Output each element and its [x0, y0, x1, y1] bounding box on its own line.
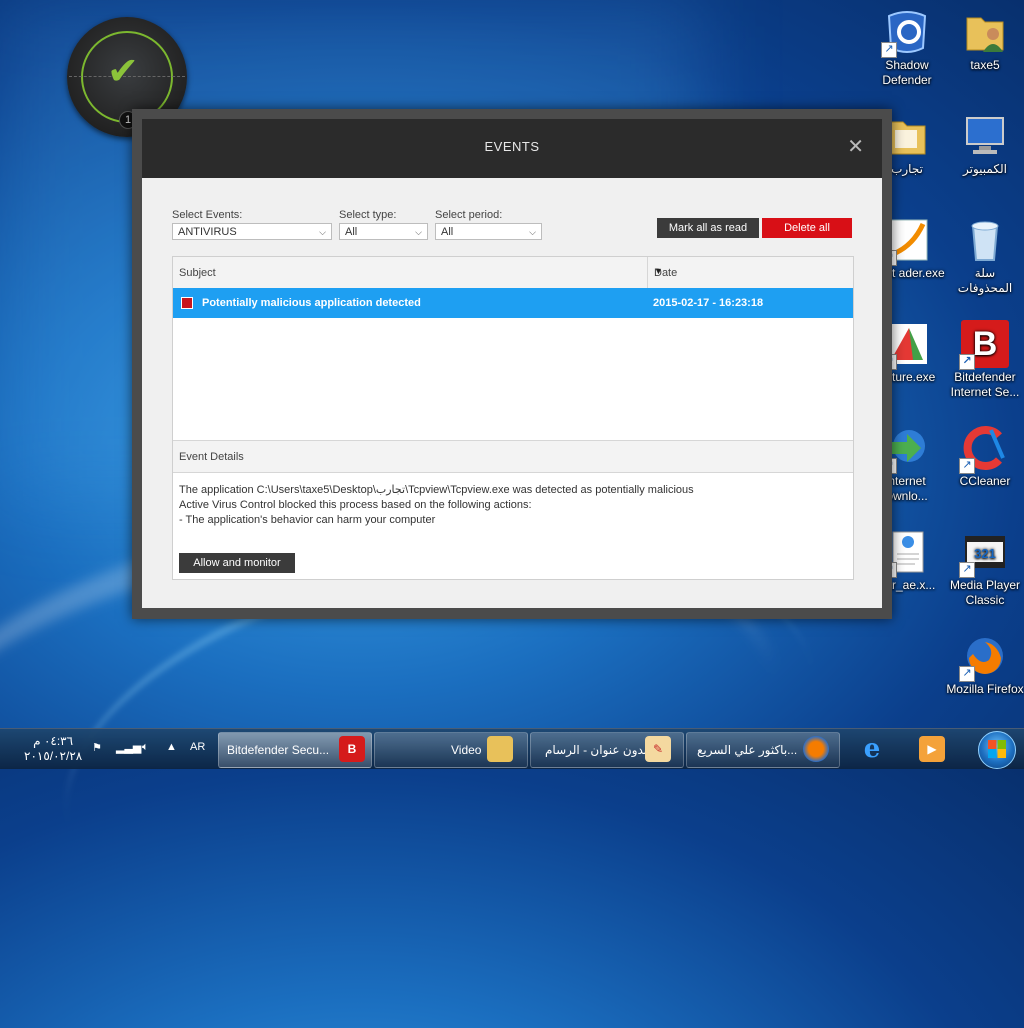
desktop-icon-label: Mozilla Firefox [946, 682, 1024, 696]
firefox-icon [803, 736, 829, 762]
delete-all-button[interactable]: Delete all [762, 218, 852, 238]
row-date: 2015-02-17 - 16:23:18 [653, 297, 764, 309]
table-row[interactable]: Potentially malicious application detect… [173, 288, 853, 318]
select-period-value: All [441, 226, 454, 238]
desktop-icon-shadow-defender[interactable]: ↗ Shadow Defender [868, 8, 946, 88]
select-period-label: Select period: [435, 209, 503, 221]
desktop-icon-taxe5[interactable]: taxe5 [946, 8, 1024, 73]
firefox-icon: ↗ [959, 632, 1009, 682]
show-hidden-icons-icon[interactable]: ▲ [166, 741, 177, 753]
table-header: Subject Date ▼ [173, 257, 853, 289]
desktop-icon-label: nternet ownlo... [886, 474, 928, 503]
desktop-icon-media-player[interactable]: 321 ↗ Media Player Classic [946, 528, 1024, 608]
recycle-bin-icon [961, 216, 1009, 264]
desktop-icon-label: الكمبيوتر [963, 162, 1007, 176]
clock-date: ٢٠١٥/٠٢/٢٨ [24, 749, 83, 763]
select-period-dropdown[interactable]: All ⌵ [435, 223, 542, 240]
taskbar-item-label: Video [451, 743, 482, 757]
desktop-icon-label: Shadow Defender [882, 58, 932, 87]
desktop-icon-label: taxe5 [970, 58, 1000, 72]
language-indicator[interactable]: AR [190, 741, 205, 753]
folder-icon [487, 736, 513, 762]
chevron-down-icon: ⌵ [529, 227, 536, 237]
clock-time: ٠٤:٣٦ م [33, 734, 74, 748]
events-window: EVENTS ✕ Select Events: ANTIVIRUS ⌵ Sele… [132, 109, 892, 619]
allow-and-monitor-button[interactable]: Allow and monitor [179, 553, 295, 573]
action-center-flag-icon[interactable]: ⚑ [92, 741, 102, 754]
shortcut-arrow-icon: ↗ [959, 666, 975, 682]
shortcut-arrow-icon: ↗ [881, 42, 897, 58]
chevron-down-icon: ⌵ [319, 227, 326, 237]
shortcut-arrow-icon: ↗ [959, 458, 975, 474]
details-line-2: Active Virus Control blocked this proces… [179, 499, 532, 511]
desktop-icon-computer[interactable]: الكمبيوتر [946, 112, 1024, 177]
events-table: Subject Date ▼ Potentially malicious app… [172, 256, 854, 580]
select-type-value: All [345, 226, 358, 238]
desktop-icon-firefox[interactable]: ↗ Mozilla Firefox [946, 632, 1024, 697]
taskbar-item-label: بدون عنوان - الرسام [545, 743, 648, 757]
column-date[interactable]: Date ▼ [647, 257, 854, 288]
row-subject: Potentially malicious application detect… [202, 297, 421, 309]
select-events-label: Select Events: [172, 209, 243, 221]
window-titlebar[interactable]: EVENTS ✕ [142, 119, 882, 178]
bitdefender-icon: B ↗ [959, 320, 1009, 370]
shadow-defender-icon: ↗ [881, 8, 931, 58]
close-icon[interactable]: ✕ [847, 134, 864, 159]
desktop-icon-label: Bitdefender Internet Se... [950, 370, 1020, 399]
windows-logo-icon [978, 731, 1016, 769]
desktop-icon-label: Media Player Classic [949, 578, 1021, 607]
desktop-icon-label: CCleaner [959, 474, 1011, 488]
threat-flag-icon [181, 297, 193, 309]
media-player-icon: 321 ↗ [959, 528, 1009, 578]
volume-icon[interactable]: 🔈︎ [142, 741, 149, 754]
taskbar-item-label: باكثور علي السريع... [697, 743, 798, 757]
desktop-icon-label: تجارب [891, 162, 923, 176]
paint-icon: ✎ [645, 736, 671, 762]
start-button[interactable] [974, 729, 1018, 769]
ccleaner-icon: ↗ [959, 424, 1009, 474]
select-type-dropdown[interactable]: All ⌵ [339, 223, 428, 240]
taskbar-pinned-media-player[interactable]: ▶ [906, 732, 956, 768]
column-subject[interactable]: Subject [179, 267, 216, 279]
taskbar-item-paint[interactable]: بدون عنوان - الرسام ✎ [530, 732, 684, 768]
media-player-icon: ▶ [919, 736, 945, 762]
taskbar-item-firefox[interactable]: باكثور علي السريع... [686, 732, 840, 768]
check-icon: ✔ [107, 51, 139, 93]
network-signal-icon[interactable]: ▂▃▅ [116, 741, 141, 754]
user-folder-icon [961, 8, 1009, 56]
desktop-icon-recycle-bin[interactable]: سلة المحذوفات [946, 216, 1024, 296]
internet-explorer-icon: e [863, 734, 881, 764]
window-title: EVENTS [484, 139, 540, 154]
details-line-1: The application C:\Users\taxe5\Desktop\ت… [179, 484, 694, 496]
taskbar-item-bitdefender[interactable]: Bitdefender Secu... B [218, 732, 372, 768]
mark-all-read-button[interactable]: Mark all as read [657, 218, 759, 238]
taskbar-pinned-ie[interactable]: e [848, 732, 898, 768]
chevron-down-icon: ⌵ [415, 227, 422, 237]
details-line-3: - The application's behavior can harm yo… [179, 514, 436, 526]
bitdefender-icon: B [339, 736, 365, 762]
taskbar: ٠٤:٣٦ م ٢٠١٥/٠٢/٢٨ ⚑ ▂▃▅ 🔈︎ ▲ AR Bitdefe… [0, 728, 1024, 769]
svg-text:321: 321 [974, 546, 996, 561]
computer-icon [961, 112, 1009, 160]
taskbar-item-video-folder[interactable]: Video [374, 732, 528, 768]
desktop-icon-label: سلة المحذوفات [957, 266, 1013, 295]
select-events-value: ANTIVIRUS [178, 226, 237, 238]
shortcut-arrow-icon: ↗ [959, 562, 975, 578]
desktop-icon-bitdefender[interactable]: B ↗ Bitdefender Internet Se... [946, 320, 1024, 400]
shortcut-arrow-icon: ↗ [959, 354, 975, 370]
event-details-header: Event Details [173, 440, 853, 473]
taskbar-item-label: Bitdefender Secu... [227, 743, 330, 757]
event-details-title: Event Details [179, 451, 244, 463]
sort-down-icon[interactable]: ▼ [654, 266, 848, 276]
clock[interactable]: ٠٤:٣٦ م ٢٠١٥/٠٢/٢٨ [24, 734, 82, 764]
event-details-body: The application C:\Users\taxe5\Desktop\ت… [179, 483, 694, 528]
select-events-dropdown[interactable]: ANTIVIRUS ⌵ [172, 223, 332, 240]
select-type-label: Select type: [339, 209, 397, 221]
events-content: Select Events: ANTIVIRUS ⌵ Select type: … [142, 178, 882, 608]
desktop-icon-ccleaner[interactable]: ↗ CCleaner [946, 424, 1024, 489]
